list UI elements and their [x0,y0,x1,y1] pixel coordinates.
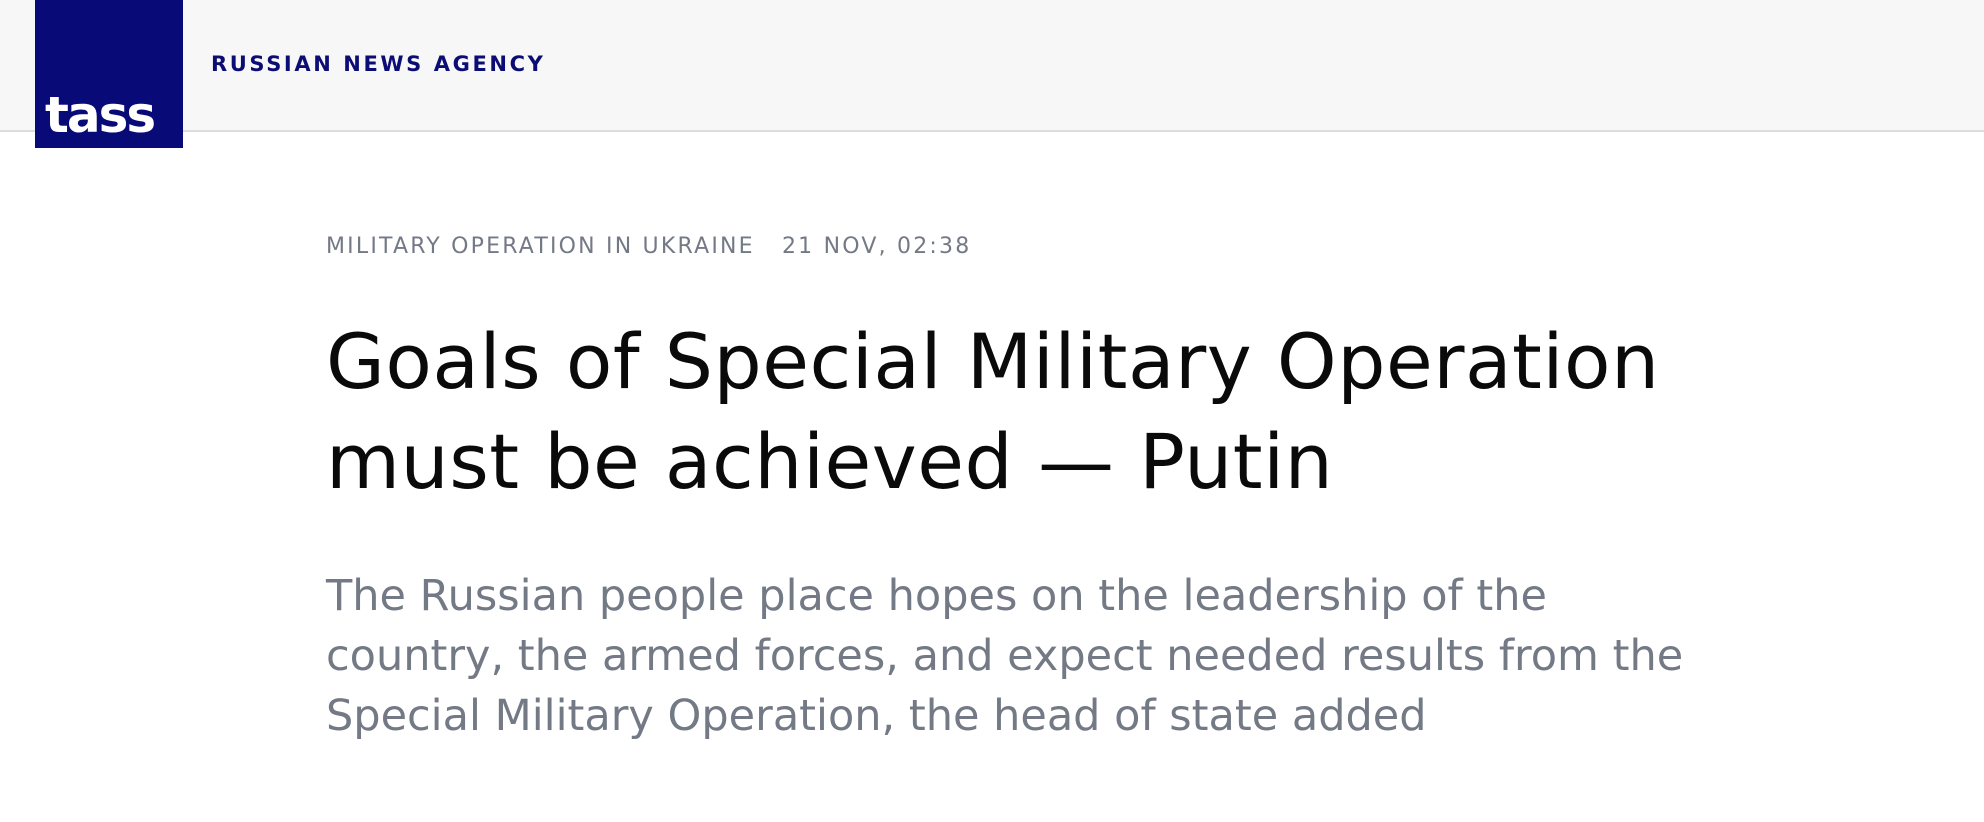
publish-date: 21 NOV, 02:38 [781,234,972,259]
article-lead: The Russian people place hopes on the le… [326,571,1684,741]
article-title: Goals of Special Military Operation must… [326,317,1660,506]
category-link[interactable]: MILITARY OPERATION IN UKRAINE [326,234,755,259]
tass-logo[interactable]: TASS [35,0,183,148]
article-meta: MILITARY OPERATION IN UKRAINE 21 NOV, 02… [326,234,971,259]
agency-name-link[interactable]: RUSSIAN NEWS AGENCY [211,52,545,76]
logo-text: TASS [45,86,156,144]
site-header: TASS RUSSIAN NEWS AGENCY [0,0,1984,148]
